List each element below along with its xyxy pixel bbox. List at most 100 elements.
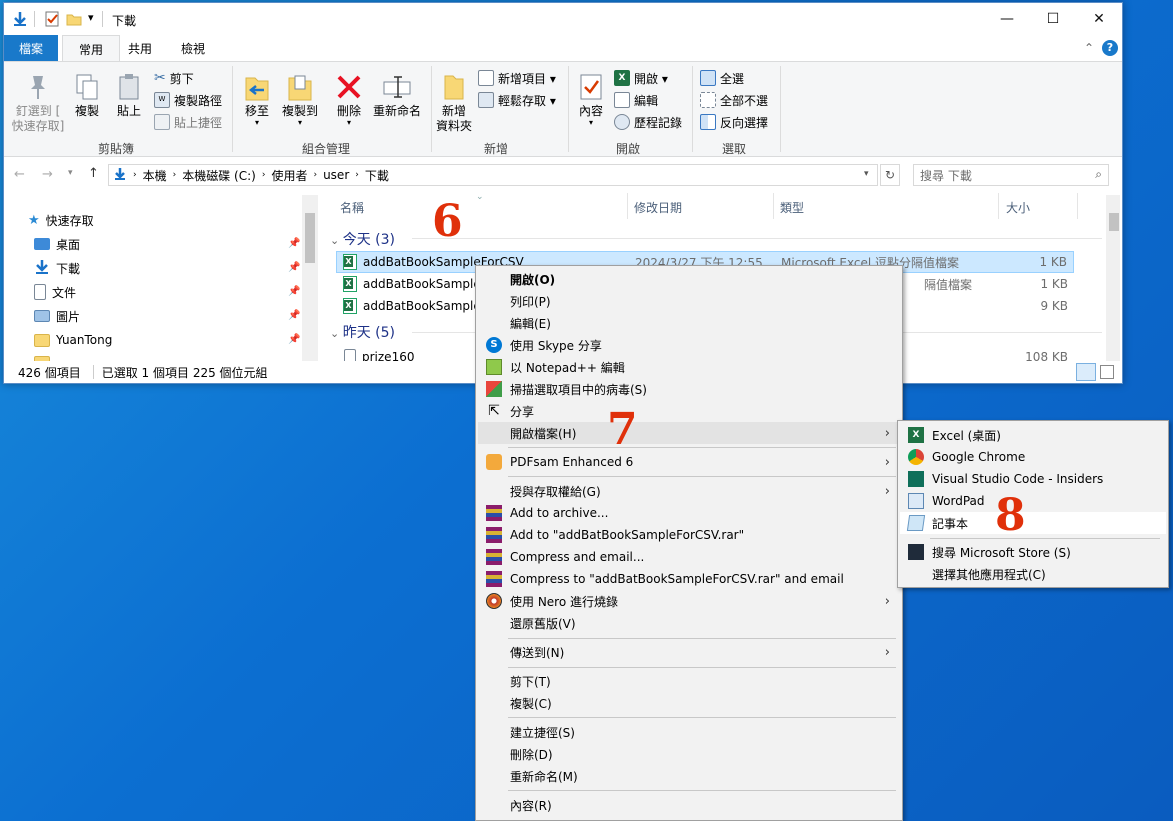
- menu-delete[interactable]: 刪除(D): [478, 743, 900, 765]
- delete-button[interactable]: 刪除 ▾: [332, 70, 366, 127]
- select-all-button[interactable]: 全選: [700, 68, 744, 88]
- edit-button[interactable]: 編輯: [614, 90, 658, 110]
- open-with-vscode-insiders[interactable]: Visual Studio Code - Insiders: [900, 468, 1166, 490]
- menu-skype-share[interactable]: S 使用 Skype 分享: [478, 334, 900, 356]
- rename-label: 重新命名: [372, 104, 421, 118]
- menu-properties[interactable]: 內容(R): [478, 794, 900, 816]
- breadcrumb-user[interactable]: user: [323, 168, 349, 182]
- up-arrow-icon[interactable]: ↑: [88, 166, 99, 181]
- history-button[interactable]: 歷程記錄: [614, 112, 682, 132]
- file-list-scrollbar[interactable]: [1106, 195, 1120, 361]
- properties-check-icon[interactable]: [44, 11, 60, 27]
- open-with-chrome[interactable]: Google Chrome: [900, 446, 1166, 468]
- breadcrumb[interactable]: › 本機 › 本機磁碟 (C:) › 使用者 › user › 下載: [108, 164, 878, 186]
- nav-desktop[interactable]: 桌面: [34, 233, 80, 255]
- nav-downloads[interactable]: 下載: [34, 257, 80, 279]
- breadcrumb-users[interactable]: 使用者: [271, 167, 307, 184]
- nav-documents[interactable]: 文件: [34, 281, 76, 303]
- details-view-icon[interactable]: [1076, 363, 1096, 381]
- maximize-button[interactable]: ☐: [1030, 3, 1076, 35]
- copy-to-button[interactable]: 複製到 ▾: [278, 70, 322, 127]
- properties-label: 內容: [578, 104, 603, 118]
- copy-icon: [70, 70, 104, 104]
- menu-send-to[interactable]: 傳送到(N) ›: [478, 641, 900, 663]
- back-arrow-icon[interactable]: ←: [14, 167, 25, 182]
- menu-add-to-rar[interactable]: Add to "addBatBookSampleForCSV.rar": [478, 524, 900, 546]
- ribbon-home: 釘選到 [ 快速存取] 複製 貼上 ✂ 剪下 W 複製路徑 貼上捷徑 剪貼簿 移…: [4, 61, 1122, 157]
- new-item-button[interactable]: 新增項目 ▾: [478, 68, 556, 88]
- nav-scrollbar[interactable]: [302, 195, 318, 361]
- menu-create-shortcut[interactable]: 建立捷徑(S): [478, 721, 900, 743]
- menu-restore-versions[interactable]: 還原舊版(V): [478, 612, 900, 634]
- menu-cut[interactable]: 剪下(T): [478, 670, 900, 692]
- open-with-choose-other[interactable]: 選擇其他應用程式(C): [900, 563, 1166, 585]
- new-folder-button[interactable]: 新增 資料夾: [434, 70, 474, 134]
- easy-access-button[interactable]: 輕鬆存取 ▾: [478, 90, 556, 110]
- pin-quick-access-button[interactable]: 釘選到 [ 快速存取]: [10, 70, 66, 134]
- group-today[interactable]: ⌄ 今天 (3): [330, 229, 395, 249]
- cut-button[interactable]: ✂ 剪下: [154, 68, 194, 88]
- select-none-button[interactable]: 全部不選: [700, 90, 768, 110]
- qat-dropdown[interactable]: ▾: [88, 11, 94, 24]
- breadcrumb-this-pc[interactable]: 本機: [143, 167, 167, 184]
- menu-virus-scan[interactable]: 掃描選取項目中的病毒(S): [478, 378, 900, 400]
- move-to-icon: [240, 70, 274, 104]
- menu-compress-email[interactable]: Compress and email...: [478, 546, 900, 568]
- menu-pdfsam[interactable]: PDFsam Enhanced 6 ›: [478, 451, 900, 473]
- move-to-button[interactable]: 移至 ▾: [240, 70, 274, 127]
- menu-copy[interactable]: 複製(C): [478, 692, 900, 714]
- recent-chevron-icon[interactable]: ▾: [68, 168, 73, 178]
- nav-yuantong[interactable]: YuanTong: [34, 329, 112, 351]
- menu-add-archive[interactable]: Add to archive...: [478, 502, 900, 524]
- menu-open-with[interactable]: 開啟檔案(H) ›: [478, 422, 900, 444]
- help-icon[interactable]: ?: [1102, 40, 1118, 56]
- invert-selection-button[interactable]: 反向選擇: [700, 112, 768, 132]
- search-input[interactable]: 搜尋 下載 ⌕: [913, 164, 1109, 186]
- menu-open[interactable]: 開啟(O): [478, 268, 900, 290]
- nav-pictures[interactable]: 圖片: [34, 305, 80, 327]
- copy-path-button[interactable]: W 複製路徑: [154, 90, 222, 110]
- breadcrumb-downloads[interactable]: 下載: [365, 167, 389, 184]
- menu-label: 建立捷徑(S): [510, 725, 575, 740]
- open-with-wordpad[interactable]: WordPad: [900, 490, 1166, 512]
- collapse-ribbon-icon[interactable]: ⌃: [1084, 41, 1094, 55]
- column-name[interactable]: 名稱: [340, 199, 364, 216]
- nav-folder-partial[interactable]: [34, 351, 50, 361]
- tab-file[interactable]: 檔案: [4, 35, 58, 61]
- tab-share[interactable]: 共用: [112, 35, 168, 61]
- nav-quick-access[interactable]: ★ 快速存取: [28, 209, 94, 231]
- forward-arrow-icon[interactable]: →: [42, 167, 53, 182]
- column-type[interactable]: 類型: [780, 199, 804, 216]
- breadcrumb-local-disk[interactable]: 本機磁碟 (C:): [182, 167, 256, 184]
- copy-button[interactable]: 複製: [70, 70, 104, 119]
- paste-shortcut-button[interactable]: 貼上捷徑: [154, 112, 222, 132]
- paste-button[interactable]: 貼上: [112, 70, 146, 119]
- open-button[interactable]: X 開啟 ▾: [614, 68, 668, 88]
- column-modified[interactable]: 修改日期: [634, 199, 682, 216]
- menu-nero-burn[interactable]: 使用 Nero 進行燒錄 ›: [478, 590, 900, 612]
- menu-compress-rar-email[interactable]: Compress to "addBatBookSampleForCSV.rar"…: [478, 568, 900, 590]
- menu-edit[interactable]: 編輯(E): [478, 312, 900, 334]
- menu-share[interactable]: ⇱ 分享: [478, 400, 900, 422]
- menu-notepadpp[interactable]: 以 Notepad++ 編輯: [478, 356, 900, 378]
- search-placeholder: 搜尋 下載: [920, 168, 972, 183]
- large-icons-view-icon[interactable]: [1100, 365, 1114, 379]
- tab-view[interactable]: 檢視: [165, 35, 221, 61]
- group-yesterday[interactable]: ⌄ 昨天 (5): [330, 322, 395, 342]
- menu-give-access[interactable]: 授與存取權給(G) ›: [478, 480, 900, 502]
- column-size[interactable]: 大小: [1006, 199, 1030, 216]
- address-dropdown-icon[interactable]: ▾: [864, 169, 869, 179]
- properties-button[interactable]: 內容 ▾: [574, 70, 608, 127]
- rename-button[interactable]: 重新命名: [370, 70, 424, 119]
- menu-print[interactable]: 列印(P): [478, 290, 900, 312]
- open-with-notepad[interactable]: 記事本: [900, 512, 1166, 534]
- menu-rename[interactable]: 重新命名(M): [478, 765, 900, 787]
- easy-access-label: 輕鬆存取 ▾: [498, 93, 556, 108]
- minimize-button[interactable]: —: [984, 3, 1030, 35]
- refresh-icon[interactable]: ↻: [880, 164, 900, 186]
- menu-label: 使用 Skype 分享: [510, 338, 602, 353]
- open-with-excel[interactable]: X Excel (桌面): [900, 424, 1166, 446]
- close-button[interactable]: ✕: [1076, 3, 1122, 35]
- open-with-store[interactable]: 搜尋 Microsoft Store (S): [900, 541, 1166, 563]
- new-folder-icon[interactable]: [66, 11, 82, 27]
